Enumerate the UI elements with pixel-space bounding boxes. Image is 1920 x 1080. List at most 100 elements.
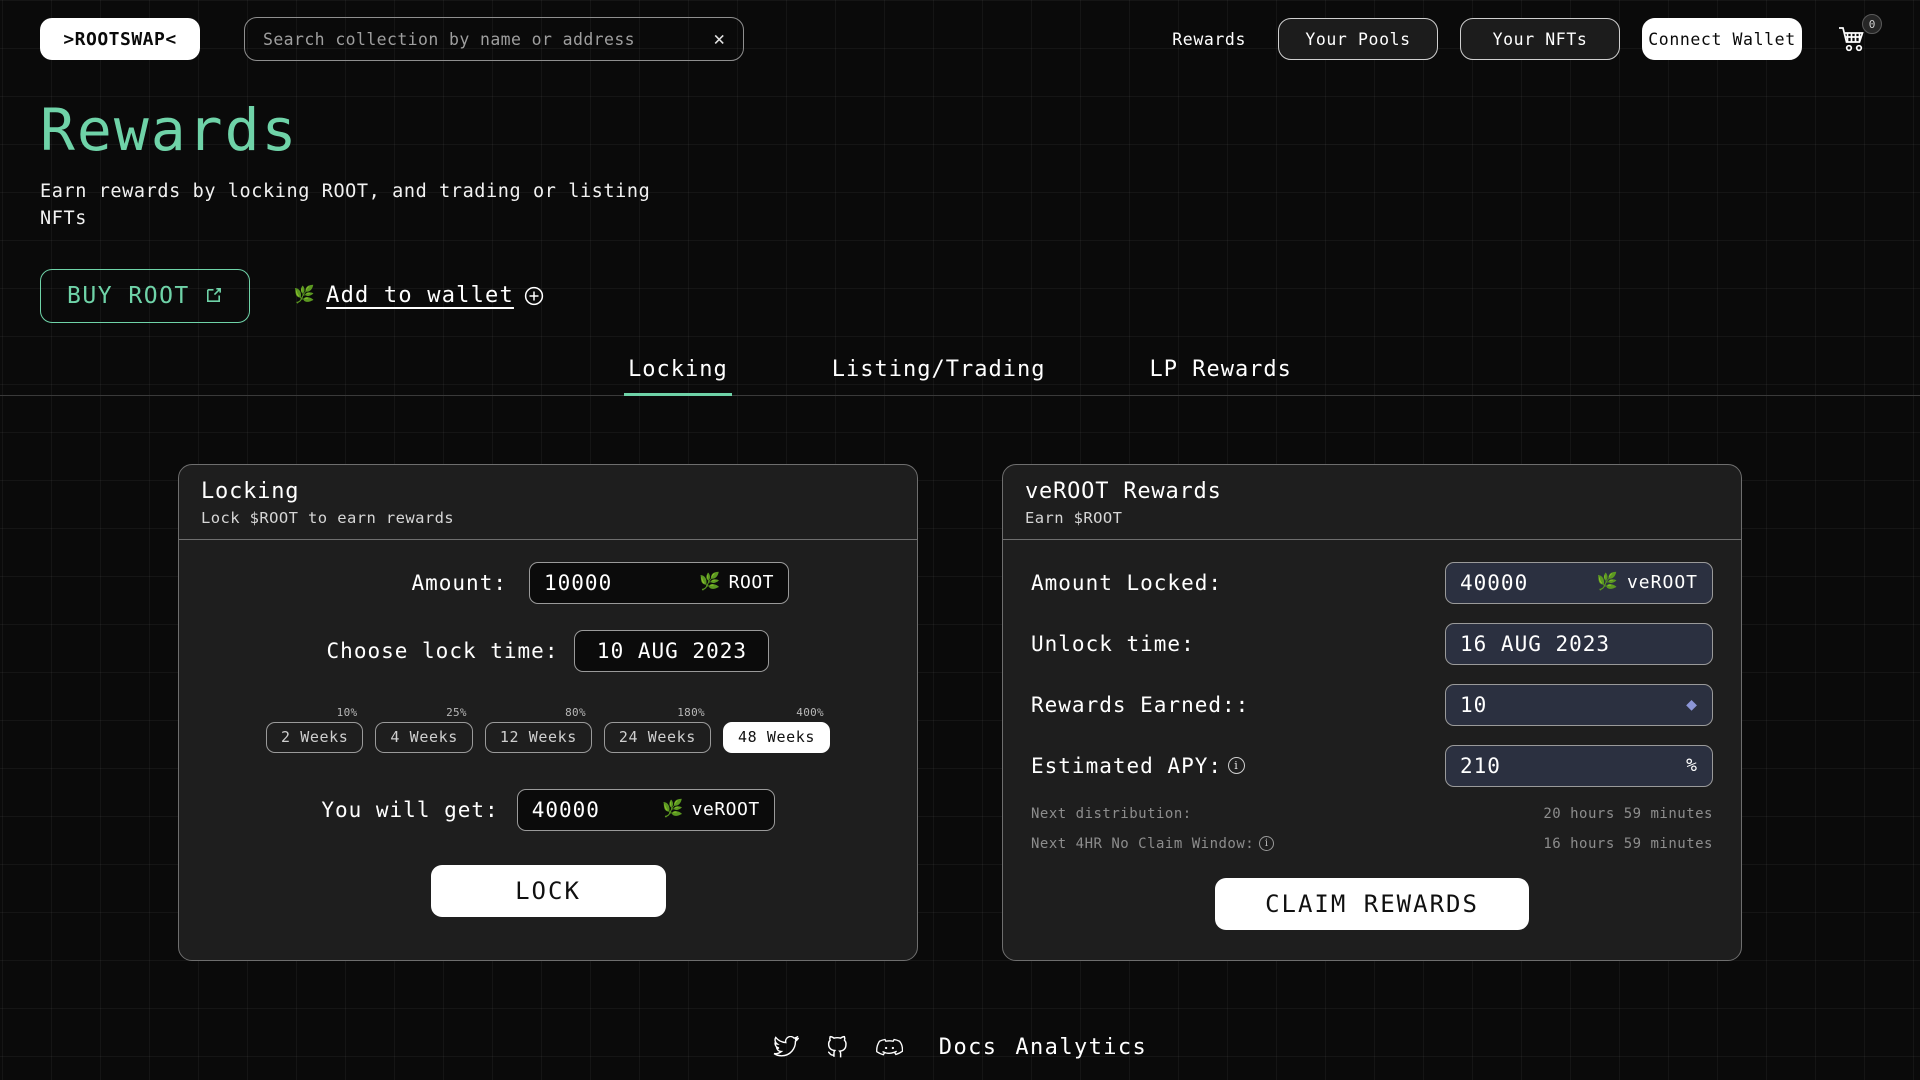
duration-button-2-weeks[interactable]: 2 Weeks xyxy=(266,722,363,753)
footer-links: Docs Analytics xyxy=(939,1035,1147,1060)
info-icon[interactable]: i xyxy=(1259,836,1274,851)
nav-item-rewards[interactable]: Rewards xyxy=(1162,30,1256,49)
leaf-icon: 🌿 xyxy=(294,287,316,304)
clear-search-icon[interactable]: ✕ xyxy=(706,30,725,49)
cart-button[interactable]: 0 xyxy=(1830,18,1876,60)
leaf-icon: 🌿 xyxy=(699,574,721,591)
estimated-apy-text: Estimated APY: xyxy=(1031,754,1222,778)
rewards-earned-field: 10 ◆ xyxy=(1445,684,1713,726)
duration-button-48-weeks[interactable]: 48 Weeks xyxy=(723,722,830,753)
lock-button[interactable]: LOCK xyxy=(431,865,666,917)
page-subtitle: Earn rewards by locking ROOT, and tradin… xyxy=(40,179,660,233)
estimated-apy-label: Estimated APY: i xyxy=(1031,754,1245,778)
section-tabs: Locking Listing/Trading LP Rewards xyxy=(0,357,1920,396)
veroot-card-body: Amount Locked: 40000 🌿 veROOT Unlock tim… xyxy=(1003,540,1741,960)
veroot-card-title: veROOT Rewards xyxy=(1025,479,1719,504)
search-input[interactable] xyxy=(263,30,706,49)
locking-card-body: Amount: 10000 🌿 ROOT Choose lock time: 1… xyxy=(179,540,917,947)
cards-container: Locking Lock $ROOT to earn rewards Amoun… xyxy=(0,464,1920,961)
no-claim-window-row: Next 4HR No Claim Window: i 16 hours 59 … xyxy=(1031,836,1713,852)
footer: Docs Analytics xyxy=(0,1035,1920,1060)
unlock-time-field: 16 AUG 2023 xyxy=(1445,623,1713,665)
lock-time-input[interactable]: 10 AUG 2023 xyxy=(574,630,769,672)
you-will-get-row: You will get: 40000 🌿 veROOT xyxy=(207,789,889,831)
duration-multiplier: 180% xyxy=(677,706,705,719)
amount-token-label: ROOT xyxy=(729,572,774,593)
amount-row: Amount: 10000 🌿 ROOT xyxy=(207,562,889,604)
rewards-earned-label: Rewards Earned:: xyxy=(1031,693,1249,717)
locking-card-subtitle: Lock $ROOT to earn rewards xyxy=(201,509,895,527)
rewards-earned-row: Rewards Earned:: 10 ◆ xyxy=(1031,684,1713,726)
connect-wallet-button[interactable]: Connect Wallet xyxy=(1642,18,1802,60)
you-will-get-suffix: 🌿 veROOT xyxy=(662,799,760,820)
nav-item-your-nfts[interactable]: Your NFTs xyxy=(1460,18,1620,60)
unlock-time-value: 16 AUG 2023 xyxy=(1460,632,1610,656)
duration-option: 180% 24 Weeks xyxy=(604,706,711,753)
you-will-get-label: You will get: xyxy=(321,798,498,822)
tab-locking[interactable]: Locking xyxy=(624,357,732,396)
duration-button-24-weeks[interactable]: 24 Weeks xyxy=(604,722,711,753)
duration-multiplier: 400% xyxy=(796,706,824,719)
veroot-rewards-card: veROOT Rewards Earn $ROOT Amount Locked:… xyxy=(1002,464,1742,961)
add-to-wallet-button[interactable]: 🌿 Add to wallet xyxy=(294,283,544,308)
unlock-time-label: Unlock time: xyxy=(1031,632,1195,656)
top-navigation-bar: >ROOTSWAP< ✕ Rewards Your Pools Your NFT… xyxy=(0,0,1920,78)
page-title: Rewards xyxy=(40,100,1920,161)
github-icon xyxy=(825,1035,850,1060)
no-claim-window-label: Next 4HR No Claim Window: i xyxy=(1031,836,1274,852)
you-will-get-value: 40000 xyxy=(532,798,600,822)
amount-label: Amount: xyxy=(307,571,507,595)
docs-link[interactable]: Docs xyxy=(939,1035,998,1060)
info-icon[interactable]: i xyxy=(1228,757,1245,774)
you-will-get-value-field: 40000 🌿 veROOT xyxy=(517,789,775,831)
duration-button-12-weeks[interactable]: 12 Weeks xyxy=(485,722,592,753)
unlock-time-row: Unlock time: 16 AUG 2023 xyxy=(1031,623,1713,665)
lock-duration-options: 10% 2 Weeks 25% 4 Weeks 80% 12 Weeks 180… xyxy=(207,706,889,753)
duration-multiplier: 10% xyxy=(337,706,358,719)
claim-rewards-button[interactable]: CLAIM REWARDS xyxy=(1215,878,1529,930)
rewards-earned-value: 10 xyxy=(1460,693,1487,717)
nav-item-your-pools[interactable]: Your Pools xyxy=(1278,18,1438,60)
tab-listing-trading[interactable]: Listing/Trading xyxy=(828,357,1050,396)
leaf-icon: 🌿 xyxy=(662,801,684,818)
amount-locked-token-label: veROOT xyxy=(1627,572,1698,593)
buy-root-button[interactable]: BUY ROOT xyxy=(40,269,250,323)
external-link-icon xyxy=(204,286,223,305)
duration-button-4-weeks[interactable]: 4 Weeks xyxy=(375,722,472,753)
ethereum-icon: ◆ xyxy=(1686,696,1698,714)
lock-time-label: Choose lock time: xyxy=(327,639,559,663)
amount-suffix: 🌿 ROOT xyxy=(699,572,774,593)
add-to-wallet-label: Add to wallet xyxy=(326,283,514,308)
veroot-card-header: veROOT Rewards Earn $ROOT xyxy=(1003,465,1741,540)
duration-option: 25% 4 Weeks xyxy=(375,706,472,753)
twitter-link[interactable] xyxy=(773,1036,799,1060)
amount-locked-suffix: 🌿 veROOT xyxy=(1597,572,1698,593)
amount-locked-value: 40000 xyxy=(1460,571,1528,595)
estimated-apy-suffix: % xyxy=(1686,755,1698,776)
amount-input[interactable]: 10000 🌿 ROOT xyxy=(529,562,789,604)
leaf-icon: 🌿 xyxy=(1597,574,1619,591)
duration-option: 80% 12 Weeks xyxy=(485,706,592,753)
amount-locked-label: Amount Locked: xyxy=(1031,571,1222,595)
locking-card-title: Locking xyxy=(201,479,895,504)
veroot-card-subtitle: Earn $ROOT xyxy=(1025,509,1719,527)
lock-time-row: Choose lock time: 10 AUG 2023 xyxy=(207,630,889,672)
lock-time-value: 10 AUG 2023 xyxy=(597,639,747,663)
twitter-icon xyxy=(773,1036,799,1060)
duration-option: 10% 2 Weeks xyxy=(266,706,363,753)
duration-multiplier: 80% xyxy=(565,706,586,719)
tab-lp-rewards[interactable]: LP Rewards xyxy=(1145,357,1295,396)
next-distribution-value: 20 hours 59 minutes xyxy=(1543,806,1713,822)
locking-card: Locking Lock $ROOT to earn rewards Amoun… xyxy=(178,464,918,961)
rootswap-logo[interactable]: >ROOTSWAP< xyxy=(40,18,200,60)
analytics-link[interactable]: Analytics xyxy=(1015,1035,1147,1060)
estimated-apy-field: 210 % xyxy=(1445,745,1713,787)
locking-card-header: Locking Lock $ROOT to earn rewards xyxy=(179,465,917,540)
plus-circle-icon[interactable] xyxy=(524,286,544,306)
you-will-get-token-label: veROOT xyxy=(692,799,760,820)
next-distribution-row: Next distribution: 20 hours 59 minutes xyxy=(1031,806,1713,822)
discord-link[interactable] xyxy=(876,1037,903,1058)
github-link[interactable] xyxy=(825,1035,850,1060)
search-bar[interactable]: ✕ xyxy=(244,17,744,61)
amount-value: 10000 xyxy=(544,571,612,595)
